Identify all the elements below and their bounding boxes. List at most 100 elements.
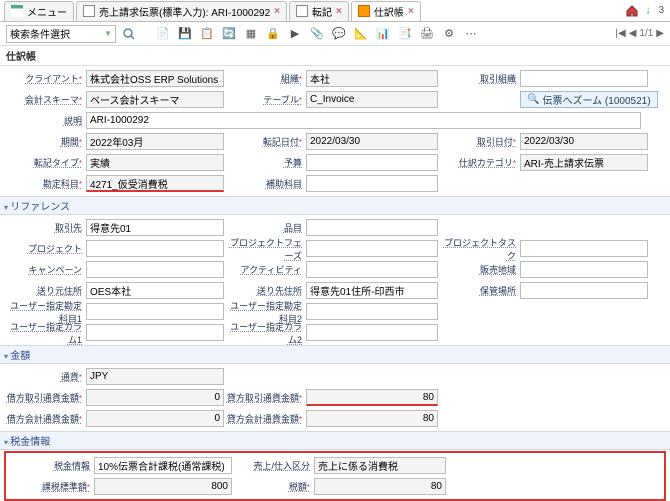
- uc2-field[interactable]: [306, 324, 438, 341]
- copy-icon[interactable]: 📋: [198, 25, 216, 43]
- chat-icon[interactable]: 💬: [330, 25, 348, 43]
- txndate-label: 取引日付: [438, 135, 520, 148]
- close-icon[interactable]: ×: [274, 6, 280, 17]
- tool-b-icon[interactable]: 📊: [374, 25, 392, 43]
- campaign-field[interactable]: [86, 261, 224, 278]
- section-header-reference[interactable]: リファレンス: [0, 196, 670, 215]
- activity-label: アクティビティ: [224, 263, 306, 276]
- report-icon[interactable]: 📑: [396, 25, 414, 43]
- project-field[interactable]: [86, 240, 224, 257]
- schema-label: 会計スキーマ: [4, 93, 86, 106]
- section-header-amount[interactable]: 金額: [0, 345, 670, 364]
- cr-src-field: 80: [306, 389, 438, 406]
- tab-post[interactable]: 転記×: [289, 1, 349, 21]
- txnorg-field[interactable]: [520, 70, 648, 87]
- locfrom-field[interactable]: OES本社: [86, 282, 224, 299]
- region-label: 販売地域: [438, 263, 520, 276]
- list-icon: [11, 5, 23, 17]
- whloc-label: 保管場所: [438, 284, 520, 297]
- attach-icon[interactable]: 📎: [308, 25, 326, 43]
- ud1-field[interactable]: [86, 303, 224, 320]
- down-arrow-icon[interactable]: ↓: [645, 5, 650, 16]
- section-general: クライアント株式会社OSS ERP Solutions 組織本社 取引組織 会計…: [0, 66, 670, 196]
- whloc-field[interactable]: [520, 282, 648, 299]
- toolbar: 検索条件選択▼ 📄 💾 📋 🔄 ▦ 🔒 ▶ 📎 💬 📐 📊 📑 🖨 ⚙ ⋯ |◀…: [0, 22, 670, 46]
- activity-field[interactable]: [306, 261, 438, 278]
- budget-field[interactable]: [306, 154, 438, 171]
- save-icon[interactable]: 💾: [176, 25, 194, 43]
- print-icon[interactable]: 🖨: [418, 25, 436, 43]
- region-field[interactable]: [520, 261, 648, 278]
- taxamt-field: 80: [314, 478, 446, 495]
- tab-journal[interactable]: 仕訳帳×: [351, 1, 421, 21]
- tab-invoice[interactable]: 売上請求伝票(標準入力): ARI-1000292×: [76, 1, 287, 21]
- doc-icon: [83, 5, 95, 17]
- doc-icon: [296, 5, 308, 17]
- desc-label: 説明: [4, 114, 86, 127]
- search-select[interactable]: 検索条件選択▼: [6, 25, 116, 43]
- table-field: C_Invoice: [306, 91, 438, 108]
- section-amount: 通貨JPY 借方取引通貨金額0 貸方取引通貨金額80 借方会計通貨金額0 貸方会…: [0, 364, 670, 431]
- budget-label: 予算: [224, 156, 306, 169]
- gear-icon[interactable]: ⚙: [440, 25, 458, 43]
- ud2-field[interactable]: [306, 303, 438, 320]
- client-label: クライアント: [4, 72, 86, 85]
- posttype-field: 実績: [86, 154, 224, 171]
- product-label: 品目: [224, 221, 306, 234]
- desc-field[interactable]: ARI-1000292: [86, 112, 641, 129]
- section-reference: 取引先得意先01 品目 プロジェクト プロジェクトフェーズ プロジェクトタスク …: [0, 215, 670, 345]
- client-field: 株式会社OSS ERP Solutions: [86, 70, 224, 87]
- refresh-icon[interactable]: 🔄: [220, 25, 238, 43]
- taxinfo-field[interactable]: 10%伝票合計課税(通常課税): [94, 457, 232, 474]
- schema-field: ベース会計スキーマ: [86, 91, 224, 108]
- new-icon[interactable]: 📄: [154, 25, 172, 43]
- txndate-field: 2022/03/30: [520, 133, 648, 150]
- tab-menu[interactable]: メニュー: [4, 1, 74, 21]
- nav-prev-icon[interactable]: ◀: [629, 28, 637, 39]
- bpart-field[interactable]: 得意先01: [86, 219, 224, 236]
- dr-src-label: 借方取引通貨金額: [4, 391, 86, 404]
- currency-label: 通貨: [4, 370, 86, 383]
- task-field[interactable]: [520, 240, 648, 257]
- locto-label: 送り先住所: [224, 284, 306, 297]
- subacct-field[interactable]: [306, 175, 438, 192]
- postdate-label: 転記日付: [224, 135, 306, 148]
- nav-first-icon[interactable]: |◀: [615, 28, 625, 39]
- pager: 1/1: [639, 28, 653, 39]
- cr-acc-label: 貸方会計通貨金額: [224, 412, 306, 425]
- taxamt-label: 税額: [232, 480, 314, 493]
- phase-field[interactable]: [306, 240, 438, 257]
- tax-highlight-box: 税金情報10%伝票合計課税(通常課税) 売上/仕入区分売上に係る消費税 課税標準…: [4, 451, 666, 501]
- txnorg-label: 取引組織: [438, 72, 520, 85]
- uc1-label: ユーザー指定カラム1: [4, 320, 86, 346]
- period-label: 期間: [4, 135, 86, 148]
- cr-acc-field: 80: [306, 410, 438, 427]
- close-icon[interactable]: ×: [408, 6, 414, 17]
- tool-a-icon[interactable]: 📐: [352, 25, 370, 43]
- taxinfo-label: 税金情報: [12, 459, 94, 472]
- org-field: 本社: [306, 70, 438, 87]
- postdate-field: 2022/03/30: [306, 133, 438, 150]
- more-icon[interactable]: ⋯: [462, 25, 480, 43]
- dr-acc-field: 0: [86, 410, 224, 427]
- nav-next-icon[interactable]: ▶: [656, 28, 664, 39]
- close-icon[interactable]: ×: [336, 6, 342, 17]
- uc1-field[interactable]: [86, 324, 224, 341]
- search-icon[interactable]: [120, 25, 138, 43]
- task-label: プロジェクトタスク: [438, 236, 520, 262]
- product-field[interactable]: [306, 219, 438, 236]
- section-header-tax[interactable]: 税金情報: [0, 431, 670, 450]
- campaign-label: キャンペーン: [4, 263, 86, 276]
- lock-icon[interactable]: 🔒: [264, 25, 282, 43]
- run-icon[interactable]: ▶: [286, 25, 304, 43]
- locto-field[interactable]: 得意先01住所-印西市: [306, 282, 438, 299]
- account-label: 勘定科目: [4, 177, 86, 190]
- locfrom-label: 送り元住所: [4, 284, 86, 297]
- zoom-button[interactable]: 🔍伝票へズーム (1000521): [520, 91, 658, 108]
- subacct-label: 補助科目: [224, 177, 306, 190]
- tab-bar: メニュー 売上請求伝票(標準入力): ARI-1000292× 転記× 仕訳帳×…: [0, 0, 670, 22]
- currency-field: JPY: [86, 368, 224, 385]
- grid-icon[interactable]: ▦: [242, 25, 260, 43]
- home-icon[interactable]: [625, 4, 639, 18]
- soporeg-label: 売上/仕入区分: [232, 459, 314, 472]
